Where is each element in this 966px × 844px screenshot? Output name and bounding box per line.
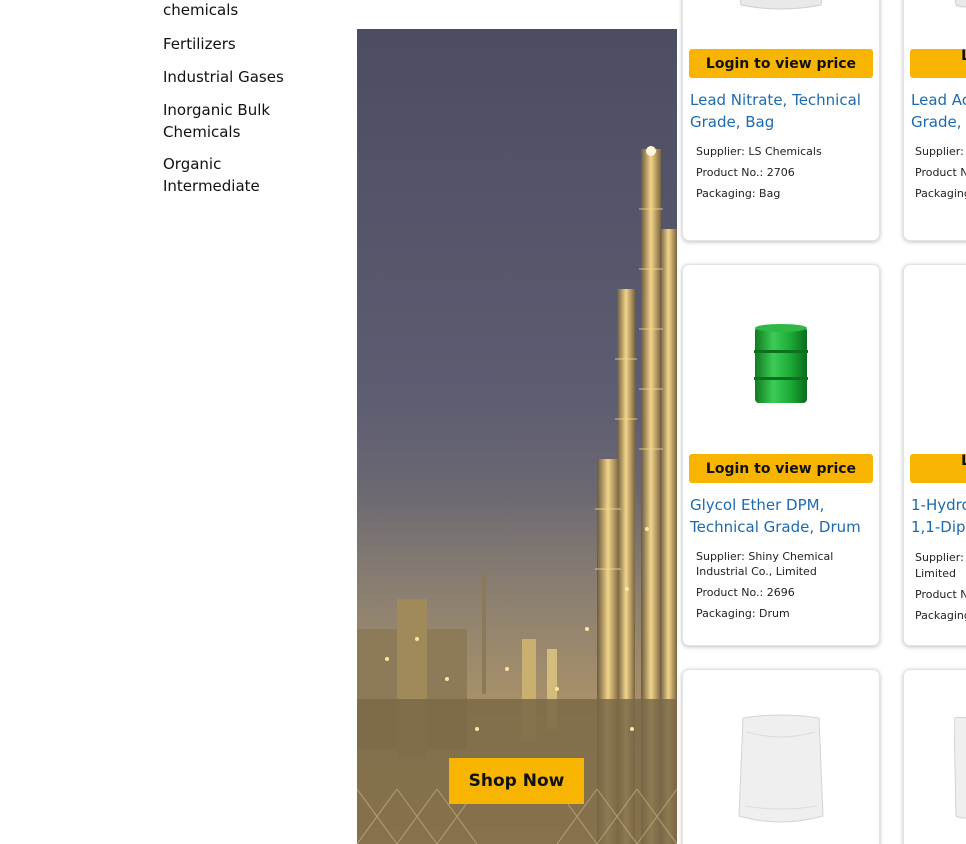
login-to-view-price-button[interactable]: Login to view price (910, 48, 966, 78)
product-card[interactable] (682, 669, 880, 844)
product-title-line-1[interactable]: 1-Hydro (911, 494, 966, 516)
login-to-view-price-button[interactable]: Login to view price (689, 454, 873, 483)
product-card[interactable] (903, 669, 966, 844)
product-image (683, 0, 879, 21)
green-drum-image (754, 324, 808, 403)
product-packaging: Packaging: Drum (696, 607, 790, 620)
product-title-line-2[interactable]: 1,1-Diph (911, 516, 966, 538)
page: chemicals Fertilizers Industrial Gases I… (0, 0, 966, 844)
product-image (904, 0, 966, 21)
product-supplier: Supplier: LS Chemicals (696, 145, 822, 158)
category-chemicals[interactable]: chemicals (163, 0, 238, 22)
product-supplier: Supplier: Shiny Chemical Industrial Co.,… (696, 550, 834, 578)
white-bag-image (738, 714, 824, 823)
category-organic-intermediate[interactable]: Organic Intermediate (163, 154, 283, 197)
product-number: Product N (915, 166, 966, 179)
category-fertilizers[interactable]: Fertilizers (163, 34, 236, 56)
product-title-line-1[interactable]: Lead Ac (911, 89, 966, 111)
login-to-view-price-button[interactable]: Login to view price (689, 49, 873, 78)
product-card[interactable]: Login to view price Lead Ac Grade, Suppl… (903, 0, 966, 241)
product-image (683, 320, 879, 410)
hero-banner[interactable]: Shop Now (357, 29, 677, 844)
product-card[interactable]: Login to view price Glycol Ether DPM, Te… (682, 264, 880, 646)
product-image (683, 710, 879, 830)
product-number: Product No.: 2696 (696, 586, 795, 599)
product-supplier-line-1: Supplier: (915, 551, 964, 564)
product-card[interactable]: Login to view price Lead Nitrate, Techni… (682, 0, 880, 241)
product-title[interactable]: Lead Nitrate, Technical Grade, Bag (690, 89, 876, 133)
category-industrial-gases[interactable]: Industrial Gases (163, 67, 284, 89)
product-packaging: Packaging (915, 187, 966, 200)
refinery-night-image (357, 29, 677, 844)
product-number: Product N (915, 588, 966, 601)
product-title-line-2[interactable]: Grade, (911, 111, 966, 133)
product-image (904, 710, 966, 830)
shop-now-button[interactable]: Shop Now (449, 758, 584, 804)
product-number: Product No.: 2706 (696, 166, 795, 179)
product-packaging: Packaging (915, 609, 966, 622)
category-inorganic-bulk-chemicals[interactable]: Inorganic Bulk Chemicals (163, 100, 293, 143)
product-title[interactable]: Glycol Ether DPM, Technical Grade, Drum (690, 494, 876, 538)
product-packaging: Packaging: Bag (696, 187, 781, 200)
product-supplier-line-2: Limited (915, 567, 957, 580)
login-to-view-price-button[interactable]: Login to view price (910, 453, 966, 483)
product-card[interactable]: Login to view price 1-Hydro 1,1-Diph Sup… (903, 264, 966, 646)
product-supplier: Supplier: (915, 145, 964, 158)
